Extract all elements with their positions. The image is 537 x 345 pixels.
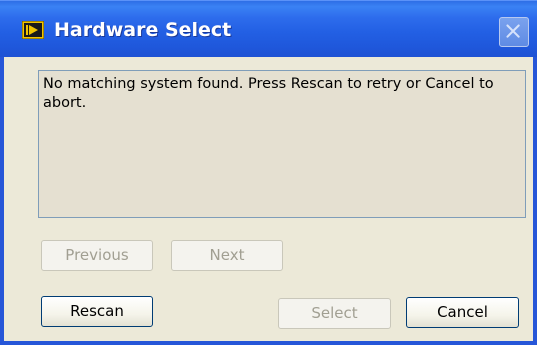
hardware-select-dialog: Hardware Select No matching system found… — [0, 0, 537, 345]
title-bar[interactable]: Hardware Select — [0, 0, 537, 57]
close-icon — [506, 24, 520, 38]
rescan-button[interactable]: Rescan — [41, 296, 153, 327]
window-title: Hardware Select — [54, 19, 232, 41]
close-button[interactable] — [499, 17, 529, 47]
previous-button[interactable]: Previous — [41, 240, 153, 271]
cancel-button[interactable]: Cancel — [406, 297, 519, 328]
labview-icon — [22, 21, 44, 39]
select-button[interactable]: Select — [278, 298, 391, 329]
next-button[interactable]: Next — [171, 240, 283, 271]
status-message-box: No matching system found. Press Rescan t… — [38, 70, 526, 218]
status-message-text: No matching system found. Press Rescan t… — [43, 76, 494, 111]
